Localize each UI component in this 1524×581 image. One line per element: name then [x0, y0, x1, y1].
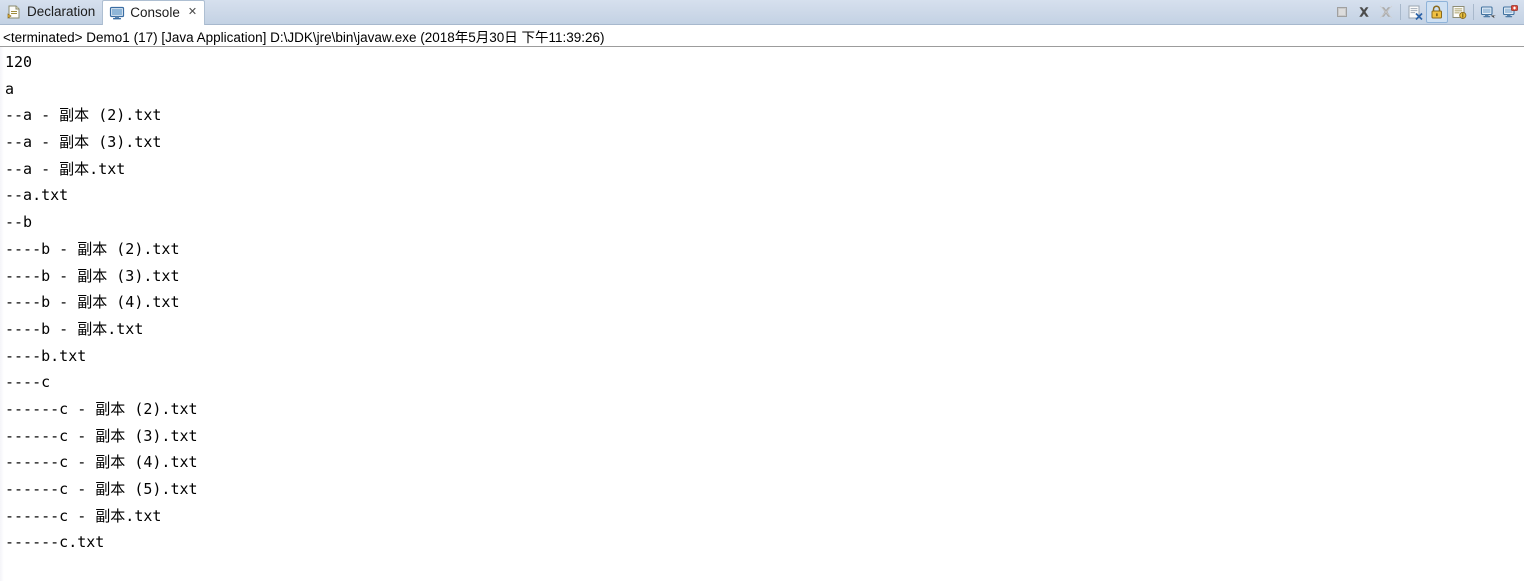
- console-line: --a - 副本.txt: [5, 159, 126, 178]
- terminate-button[interactable]: [1331, 1, 1353, 23]
- clear-console-icon: [1407, 4, 1423, 20]
- remove-all-terminated-button[interactable]: [1375, 1, 1397, 23]
- declaration-view-icon: [6, 4, 22, 20]
- open-console-button[interactable]: [1499, 1, 1521, 23]
- terminate-icon: [1334, 4, 1350, 20]
- toolbar-separator: [1400, 4, 1401, 20]
- display-console-icon: [1480, 4, 1496, 20]
- close-icon[interactable]: ✕: [188, 7, 197, 18]
- console-output-area[interactable]: 120 a --a - 副本 (2).txt --a - 副本 (3).txt --a …: [0, 47, 1524, 581]
- pin-console-button[interactable]: [1448, 1, 1470, 23]
- console-line: ------c - 副本.txt: [5, 506, 162, 525]
- launch-status-line: <terminated> Demo1 (17) [Java Applicatio…: [0, 25, 1524, 47]
- tab-console[interactable]: Console ✕: [102, 0, 206, 25]
- console-view-icon: [109, 5, 125, 21]
- console-line: ------c - 副本 (4).txt: [5, 453, 198, 472]
- console-line: 120: [5, 53, 33, 71]
- console-line: ----b - 副本 (3).txt: [5, 266, 180, 285]
- console-view: Declaration Console ✕ <terminated> Demo1…: [0, 0, 1524, 581]
- console-text[interactable]: 120 a --a - 副本 (2).txt --a - 副本 (3).txt --a …: [4, 47, 1524, 581]
- toolbar-separator-2: [1473, 4, 1474, 20]
- console-line: ----c: [5, 373, 51, 392]
- console-line: ------c - 副本 (5).txt: [5, 480, 198, 498]
- console-line: a: [5, 79, 15, 98]
- scroll-lock-button[interactable]: [1426, 1, 1448, 23]
- console-line: ------c - 副本 (3).txt: [5, 426, 198, 445]
- console-line: --a - 副本 (2).txt: [5, 106, 162, 125]
- console-line: ----b - 副本 (4).txt: [5, 293, 180, 312]
- console-line: ------c.txt: [5, 533, 105, 552]
- tab-console-label: Console: [130, 4, 180, 20]
- scroll-lock-icon: [1429, 4, 1445, 20]
- console-toolbar: [1331, 0, 1524, 24]
- console-line: ----b.txt: [5, 346, 87, 365]
- view-tab-bar: Declaration Console ✕: [0, 0, 1524, 25]
- console-line: ----b - 副本.txt: [5, 319, 144, 338]
- pin-console-icon: [1451, 4, 1467, 20]
- console-line: --a - 副本 (3).txt: [5, 133, 162, 152]
- tab-declaration-label: Declaration: [27, 4, 96, 20]
- tab-list: Declaration Console ✕: [0, 0, 206, 25]
- remove-launch-icon: [1356, 4, 1372, 20]
- tab-declaration[interactable]: Declaration: [0, 0, 102, 24]
- display-selected-console-button[interactable]: [1477, 1, 1499, 23]
- remove-all-terminated-icon: [1378, 4, 1394, 20]
- console-line: ------c - 副本 (2).txt: [5, 399, 198, 418]
- console-line: --b: [5, 213, 33, 232]
- clear-console-button[interactable]: [1404, 1, 1426, 23]
- open-console-icon: [1502, 4, 1518, 20]
- console-line: --a.txt: [5, 186, 69, 205]
- remove-launch-button[interactable]: [1353, 1, 1375, 23]
- console-line: ----b - 副本 (2).txt: [5, 239, 180, 258]
